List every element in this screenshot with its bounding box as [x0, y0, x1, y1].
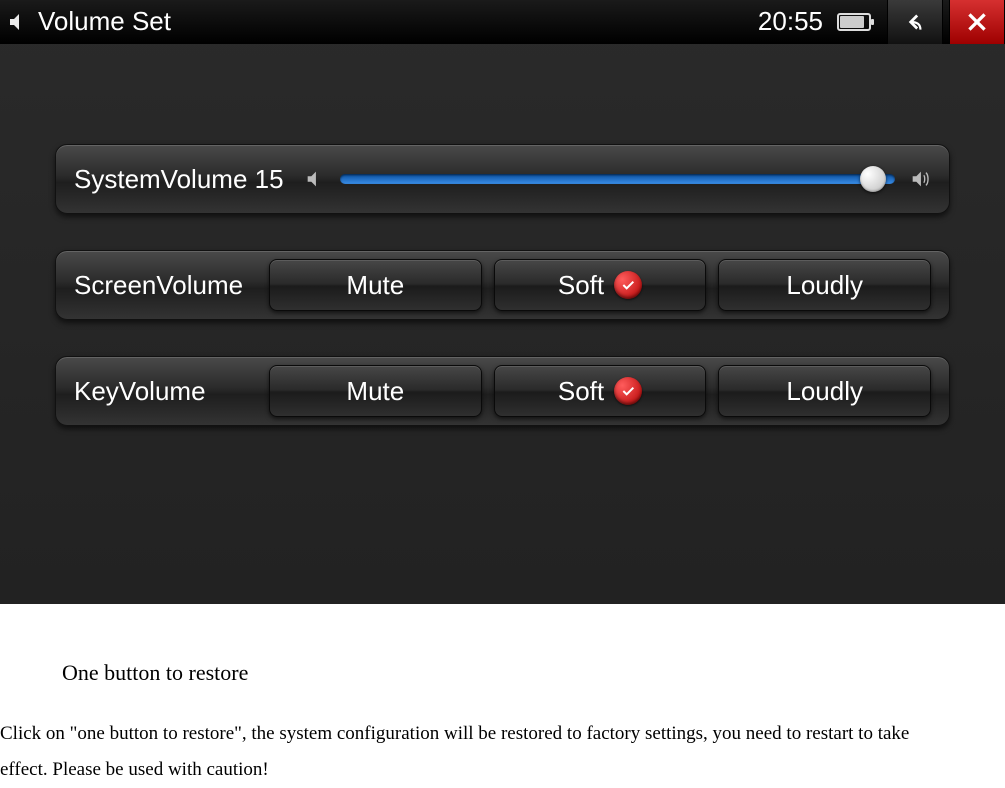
speaker-high-icon — [909, 168, 931, 190]
page-title: Volume Set — [38, 6, 171, 37]
clock: 20:55 — [758, 6, 823, 37]
option-label: Mute — [346, 270, 404, 301]
option-label: Loudly — [786, 270, 863, 301]
device-screen: Volume Set 20:55 SystemVolume 15 — [0, 0, 1005, 604]
key-volume-panel: KeyVolume Mute Soft Loudly — [55, 356, 950, 426]
slider-thumb[interactable] — [860, 166, 886, 192]
screen-volume-mute-button[interactable]: Mute — [269, 259, 482, 311]
speaker-low-icon — [304, 168, 326, 190]
close-button[interactable] — [949, 0, 1005, 44]
document-text: One button to restore Click on "one butt… — [0, 604, 1005, 788]
check-icon — [614, 271, 642, 299]
doc-heading: One button to restore — [62, 660, 1005, 686]
screen-volume-panel: ScreenVolume Mute Soft Loudly — [55, 250, 950, 320]
option-label: Mute — [346, 376, 404, 407]
check-icon — [614, 377, 642, 405]
system-volume-label: SystemVolume 15 — [74, 164, 304, 195]
key-volume-label: KeyVolume — [74, 376, 269, 407]
doc-body: Click on "one button to restore", the sy… — [0, 716, 960, 788]
screen-volume-label: ScreenVolume — [74, 270, 269, 301]
volume-icon — [6, 10, 30, 34]
screen-volume-loudly-button[interactable]: Loudly — [718, 259, 931, 311]
system-volume-slider[interactable] — [340, 174, 895, 184]
key-volume-loudly-button[interactable]: Loudly — [718, 365, 931, 417]
battery-icon — [837, 13, 871, 31]
content-area: SystemVolume 15 ScreenVolume Mute — [0, 44, 1005, 426]
key-volume-mute-button[interactable]: Mute — [269, 365, 482, 417]
key-volume-soft-button[interactable]: Soft — [494, 365, 707, 417]
option-label: Loudly — [786, 376, 863, 407]
screen-volume-soft-button[interactable]: Soft — [494, 259, 707, 311]
back-button[interactable] — [887, 0, 943, 44]
option-label: Soft — [558, 270, 604, 301]
titlebar: Volume Set 20:55 — [0, 0, 1005, 44]
system-volume-panel: SystemVolume 15 — [55, 144, 950, 214]
option-label: Soft — [558, 376, 604, 407]
